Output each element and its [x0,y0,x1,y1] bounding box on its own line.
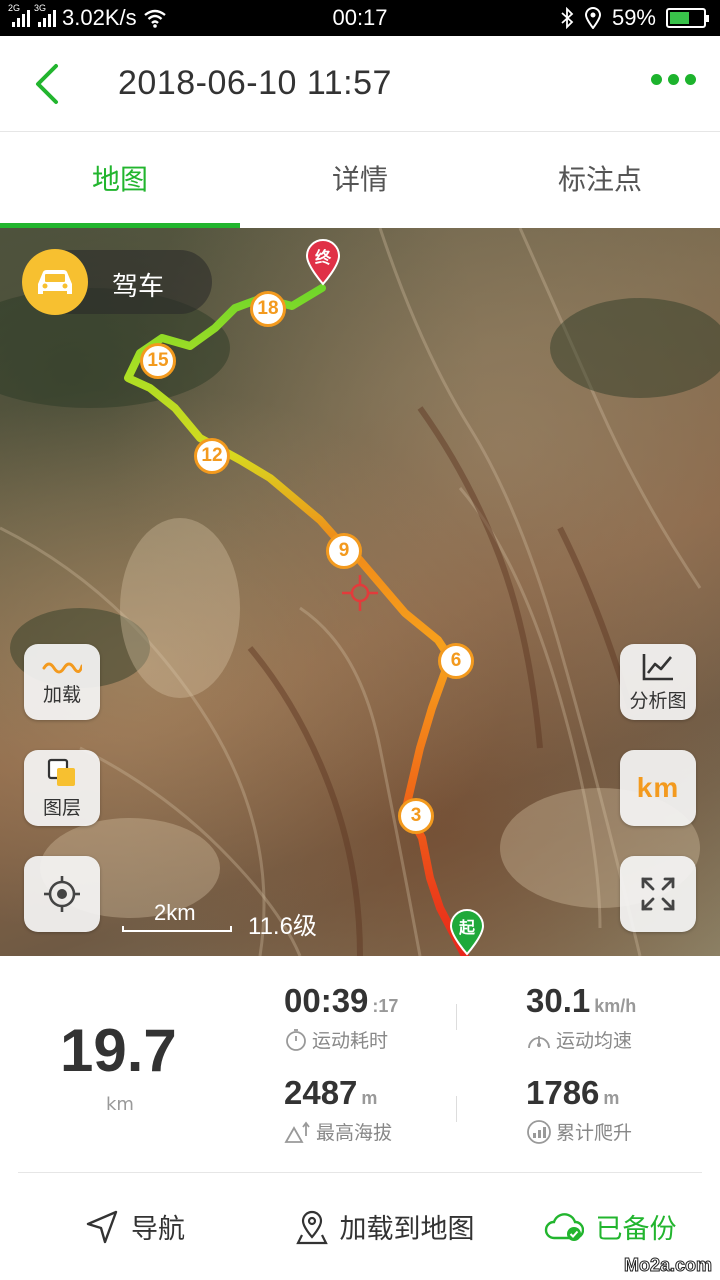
max-altitude-unit: m [361,1088,378,1108]
bluetooth-icon [561,7,574,29]
layers-icon [47,758,75,786]
crosshair-icon [342,575,378,611]
layers-button[interactable]: 图层 [24,750,100,826]
tab-waypoints[interactable]: 标注点 [480,132,720,228]
duration-value: 00:39 [284,982,369,1019]
chart-icon [642,653,673,680]
wave-icon [42,662,82,673]
km-marker[interactable]: 18 [250,291,286,327]
total-distance-unit: km [106,1094,134,1115]
load-label: 加载 [42,683,81,706]
load-button[interactable]: 加载 [24,644,100,720]
locate-button[interactable] [24,856,100,932]
map-pin-icon [295,1210,328,1244]
fullscreen-icon [641,877,675,911]
duration-stat: 00:39:17 运动耗时 [284,982,398,1053]
avg-speed-label: 运动均速 [556,1030,633,1052]
mountain-icon [284,1121,310,1143]
divider [456,1096,457,1122]
climb-unit: m [603,1088,620,1108]
more-dot-icon [685,74,696,85]
scale-bar [122,926,232,932]
status-bar: 2G 3G 3.02K/s 00:17 59% [0,0,720,36]
climb-icon [527,1119,551,1144]
km-marker[interactable]: 6 [438,643,474,679]
duration-seconds: :17 [372,996,399,1016]
navigate-button[interactable]: 导航 [0,1173,270,1280]
start-label: 起 [458,918,475,937]
chevron-left-icon [36,64,58,104]
battery-charging-icon [666,8,709,28]
location-icon [584,7,601,29]
end-label: 终 [314,248,331,267]
km-toggle-button[interactable]: km [620,750,696,826]
more-options-button[interactable] [651,74,696,85]
navigate-label: 导航 [131,1214,185,1245]
tab-details[interactable]: 详情 [240,132,480,228]
total-distance: 19.7 [60,1017,177,1084]
action-bar: 导航 加载到地图 已备份 [0,1173,720,1280]
analysis-chart-label: 分析图 [629,689,687,712]
car-icon [22,249,88,315]
start-pin[interactable]: 起 [448,908,486,956]
max-altitude-stat: 2487 m 最高海拔 [284,1074,392,1145]
stats-panel: 19.7 km 00:39:17 运动耗时 30.1 km/h 运动均速 2487… [0,956,720,1172]
climb-value: 1786 [526,1074,600,1111]
end-pin[interactable]: 终 [304,238,342,286]
transport-mode-label: 驾车 [112,272,165,302]
avg-speed-unit: km/h [594,996,637,1016]
fullscreen-button[interactable] [620,856,696,932]
zoom-level: 11.6级 [248,913,317,940]
max-altitude-label: 最高海拔 [316,1122,393,1144]
map-view[interactable]: 3 6 9 12 15 18 起 终 驾车 加载 图层 分析图 km 2km 1… [0,228,720,956]
page-title: 2018-06-10 11:57 [118,64,392,102]
backed-up-label: 已备份 [595,1214,677,1245]
analysis-chart-button[interactable]: 分析图 [620,644,696,720]
km-marker[interactable]: 9 [326,533,362,569]
load-to-map-button[interactable]: 加载到地图 [270,1173,500,1280]
battery-fill [670,12,689,24]
avg-speed-stat: 30.1 km/h 运动均速 [526,982,636,1053]
route-path [124,284,469,956]
more-dot-icon [651,74,662,85]
layers-label: 图层 [42,796,81,819]
climb-stat: 1786 m 累计爬升 [526,1074,632,1145]
duration-label: 运动耗时 [312,1030,389,1052]
load-to-map-label: 加载到地图 [339,1214,475,1245]
divider [456,1004,457,1030]
scale-text: 2km [154,900,196,925]
watermark: Mo2a.com [623,1255,712,1276]
stopwatch-icon [286,1028,306,1051]
transport-mode-pill[interactable]: 驾车 [22,249,212,315]
km-marker[interactable]: 3 [398,798,434,834]
speedometer-icon [528,1035,550,1048]
km-marker[interactable]: 15 [140,343,176,379]
tab-bar: 地图 详情 标注点 [0,132,720,228]
back-button[interactable] [26,58,76,110]
km-icon: km [636,772,680,803]
tab-map[interactable]: 地图 [0,132,240,228]
battery-percent: 59% [611,5,656,30]
avg-speed-value: 30.1 [526,982,591,1019]
km-marker[interactable]: 12 [194,438,230,474]
navigation-icon [86,1210,118,1243]
app-header: 2018-06-10 11:57 [0,36,720,132]
max-altitude-value: 2487 [284,1074,358,1111]
more-dot-icon [668,74,679,85]
locate-icon [44,876,80,912]
climb-label: 累计爬升 [556,1122,633,1144]
cloud-check-icon [544,1212,584,1241]
